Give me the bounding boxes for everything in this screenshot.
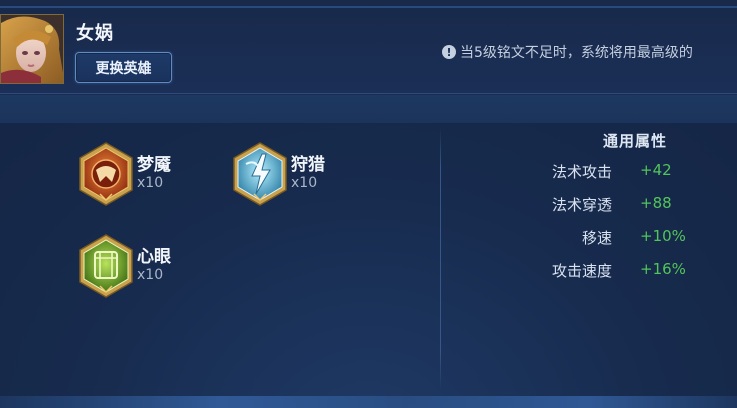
section-band xyxy=(0,95,737,123)
attribute-label: 攻击速度 xyxy=(551,262,612,280)
rune-item-mind-eye[interactable]: 心眼 x10 xyxy=(78,234,228,304)
rune-count: x10 xyxy=(137,267,164,283)
attribute-value: +88 xyxy=(640,194,672,212)
rune-item-hunting[interactable]: 狩猎 x10 xyxy=(232,142,382,212)
attribute-label: 移速 xyxy=(581,229,612,247)
hunting-rune-icon xyxy=(233,142,287,206)
rune-name: 梦魇 xyxy=(137,155,171,175)
rune-name: 心眼 xyxy=(137,247,171,267)
attribute-value: +10% xyxy=(640,227,686,245)
rune-item-nightmare[interactable]: 梦魇 x10 xyxy=(78,142,228,212)
hero-name: 女娲 xyxy=(76,23,114,44)
attributes-title: 通用属性 xyxy=(602,132,667,150)
panel-divider xyxy=(440,128,441,390)
info-icon: ! xyxy=(442,45,456,59)
hero-avatar[interactable] xyxy=(0,14,64,84)
attribute-label: 法术穿透 xyxy=(551,196,612,214)
hero-header: 女娲 更换英雄 ! 当5级铭文不足时，系统将用最高级的 xyxy=(0,0,737,94)
rune-name: 狩猎 xyxy=(291,155,325,175)
hero-portrait-image xyxy=(1,15,63,83)
rune-count: x10 xyxy=(291,175,318,191)
change-hero-button[interactable]: 更换英雄 xyxy=(75,52,172,83)
attribute-row: 攻击速度 +16% xyxy=(480,260,730,282)
attribute-row: 移速 +10% xyxy=(480,227,730,249)
bottom-glow xyxy=(0,396,737,408)
attribute-row: 法术攻击 +42 xyxy=(480,161,730,183)
rune-count: x10 xyxy=(137,175,164,191)
attribute-label: 法术攻击 xyxy=(551,163,612,181)
mind-eye-rune-icon xyxy=(79,234,133,298)
nightmare-rune-icon xyxy=(79,142,133,206)
attribute-value: +42 xyxy=(640,161,672,179)
notice-text: 当5级铭文不足时，系统将用最高级的 xyxy=(460,45,693,61)
rune-shortage-notice: ! 当5级铭文不足时，系统将用最高级的 xyxy=(442,42,737,62)
rune-page: 女娲 更换英雄 ! 当5级铭文不足时，系统将用最高级的 梦魇 x10 狩猎 x1… xyxy=(0,0,737,408)
attribute-value: +16% xyxy=(640,260,686,278)
attribute-row: 法术穿透 +88 xyxy=(480,194,730,216)
